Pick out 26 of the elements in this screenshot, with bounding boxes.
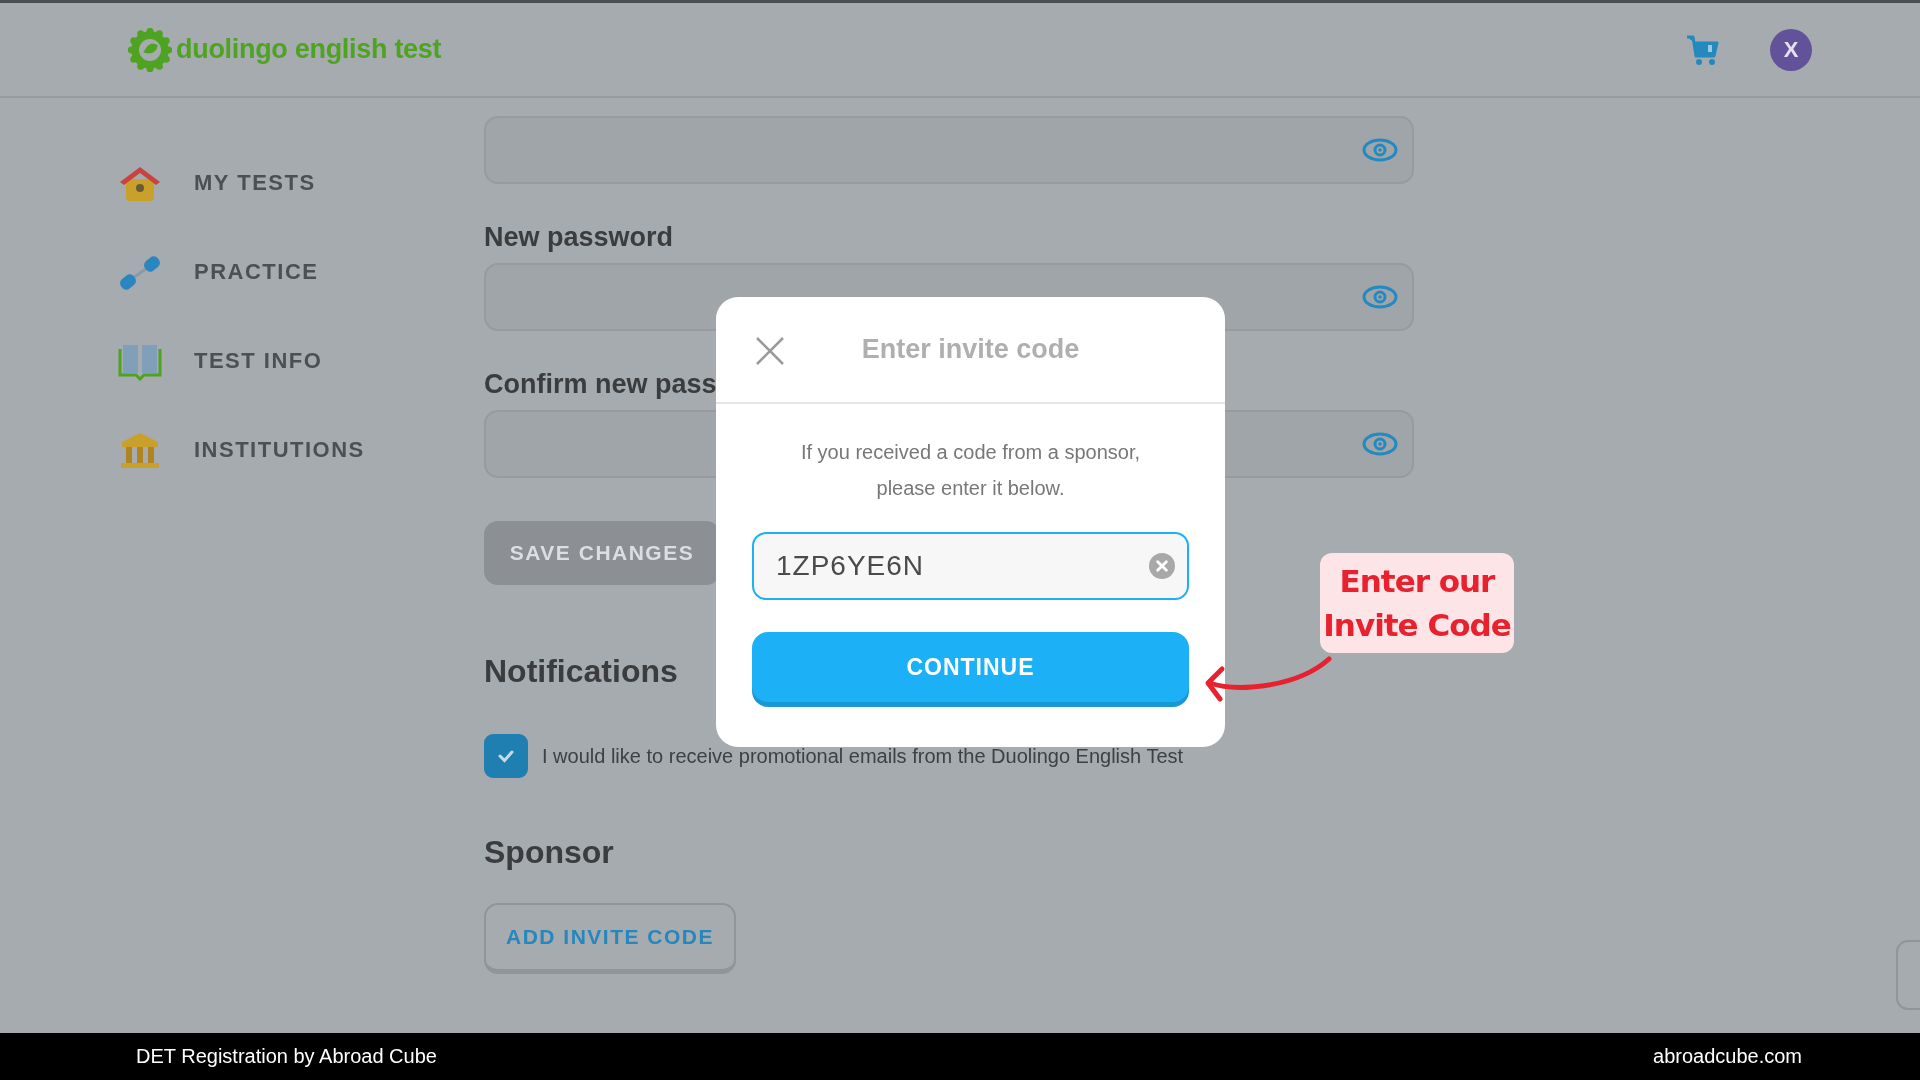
nav-item[interactable]: PRACTICE	[118, 250, 484, 294]
section-heading: Sponsor	[484, 834, 614, 871]
nav-item[interactable]: INSTITUTIONS	[118, 428, 484, 472]
checkbox-label: I would like to receive promotional emails from the Duolingo English Test	[542, 744, 1184, 768]
dialog-message: If you received a code from a sponsor, please enter it below.	[799, 440, 1142, 501]
footer-text: DET Registration by Abroad Cube	[136, 1045, 437, 1068]
password-field[interactable]	[484, 116, 1414, 184]
clear-icon[interactable]	[1149, 553, 1175, 579]
close-icon[interactable]	[754, 335, 786, 367]
nav-item[interactable]: TEST INFO	[118, 339, 484, 383]
logo-icon[interactable]	[128, 27, 172, 72]
website-link[interactable]: abroadcube.com	[1653, 1045, 1802, 1068]
eye-icon[interactable]	[1362, 285, 1398, 309]
section-heading: Notifications	[484, 653, 678, 690]
avatar[interactable]: X	[1770, 28, 1812, 71]
annotation-note: Enter our Invite Code	[1320, 553, 1514, 653]
field-label: Confirm new pass	[484, 369, 717, 400]
field-label: New password	[484, 222, 674, 253]
nav-item[interactable]: MY TESTS	[118, 161, 484, 205]
eye-icon[interactable]	[1362, 432, 1398, 456]
eye-icon[interactable]	[1362, 138, 1398, 162]
invite-code-field[interactable]: 1ZP6YE6N	[752, 532, 1189, 600]
building-icon	[118, 430, 162, 470]
dialog-title: Enter invite code	[861, 334, 1080, 365]
checkbox[interactable]	[484, 734, 528, 778]
cart-icon[interactable]	[1686, 33, 1720, 66]
